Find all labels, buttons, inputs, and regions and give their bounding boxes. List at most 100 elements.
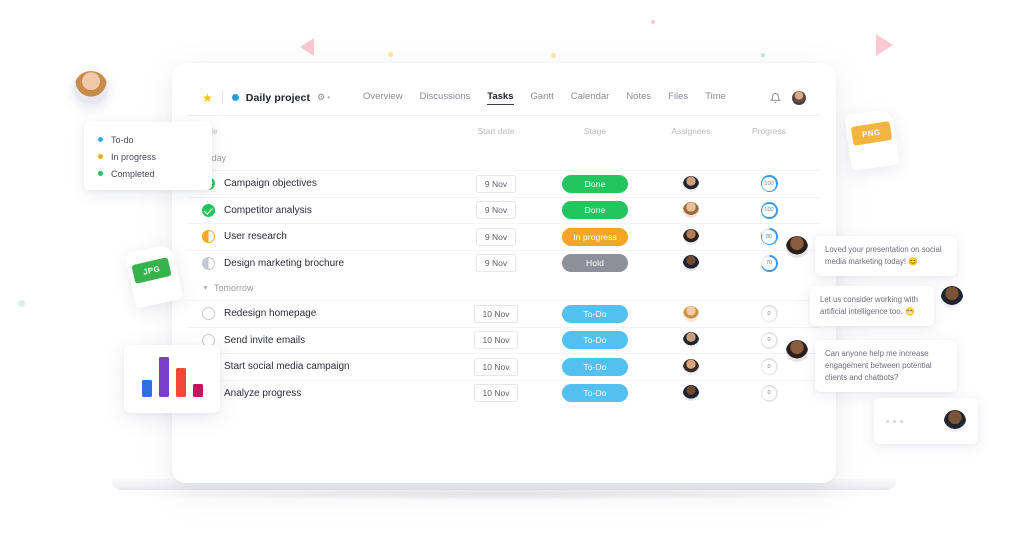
avatar[interactable] bbox=[683, 385, 699, 401]
notification-bell-icon[interactable] bbox=[770, 92, 781, 104]
progress-ring[interactable]: 100 bbox=[761, 202, 778, 219]
table-row[interactable]: Design marketing brochure 9 Nov Hold 70 bbox=[188, 250, 820, 277]
chat-message: Let us consider working with artificial … bbox=[810, 286, 963, 326]
decor-triangle-right bbox=[876, 34, 893, 56]
chart-bar bbox=[142, 380, 152, 397]
stage-cell: To-Do bbox=[544, 331, 646, 349]
start-date-chip[interactable]: 9 Nov bbox=[476, 201, 516, 219]
tab-overview[interactable]: Overview bbox=[363, 91, 403, 104]
tab-tasks[interactable]: Tasks bbox=[487, 91, 513, 105]
start-date-chip[interactable]: 9 Nov bbox=[476, 254, 516, 272]
task-name: Design marketing brochure bbox=[224, 258, 344, 269]
chat-bubble: Loved your presentation on social media … bbox=[815, 236, 957, 276]
progress-cell: 0 bbox=[736, 305, 802, 322]
stage-badge[interactable]: In progress bbox=[562, 228, 628, 246]
stage-cell: Done bbox=[544, 175, 646, 193]
legend-color-dot bbox=[98, 171, 103, 176]
table-row[interactable]: Start social media campaign10 NovTo-Do0 bbox=[188, 353, 820, 380]
task-title-cell: Design marketing brochure bbox=[202, 257, 448, 270]
legend-item[interactable]: Completed bbox=[98, 165, 212, 182]
header-actions bbox=[770, 91, 806, 105]
stage-cell: To-Do bbox=[544, 305, 646, 323]
avatar[interactable] bbox=[74, 71, 108, 105]
tab-files[interactable]: Files bbox=[668, 91, 688, 104]
stage-badge[interactable]: To-Do bbox=[562, 305, 628, 323]
progress-ring[interactable]: 0 bbox=[761, 305, 778, 322]
progress-cell: 100 bbox=[736, 175, 802, 192]
progress-ring[interactable]: 100 bbox=[761, 175, 778, 192]
start-date-chip[interactable]: 10 Nov bbox=[474, 331, 519, 349]
task-status-icon[interactable] bbox=[202, 204, 215, 217]
avatar[interactable] bbox=[683, 255, 699, 271]
start-date-chip[interactable]: 9 Nov bbox=[476, 175, 516, 193]
stage-badge[interactable]: Done bbox=[562, 201, 628, 219]
header-divider bbox=[222, 91, 223, 104]
stage-badge[interactable]: To-Do bbox=[562, 384, 628, 402]
gear-icon[interactable]: ⚙ bbox=[317, 92, 325, 103]
legend-item[interactable]: To-do bbox=[98, 131, 212, 148]
avatar[interactable] bbox=[941, 286, 963, 308]
progress-ring[interactable]: 0 bbox=[761, 385, 778, 402]
start-date-chip[interactable]: 10 Nov bbox=[474, 384, 519, 402]
task-status-icon[interactable] bbox=[202, 307, 215, 320]
avatar[interactable] bbox=[786, 236, 808, 258]
progress-ring[interactable]: 70 bbox=[761, 255, 778, 272]
table-row[interactable]: Campaign objectives9 NovDone100 bbox=[188, 170, 820, 197]
tab-time[interactable]: Time bbox=[705, 91, 726, 104]
avatar[interactable] bbox=[792, 91, 806, 105]
legend-item[interactable]: In progress bbox=[98, 148, 212, 165]
progress-value: 0 bbox=[762, 334, 776, 348]
task-group-header[interactable]: Today bbox=[188, 146, 820, 170]
star-icon[interactable]: ★ bbox=[202, 92, 213, 104]
task-name: Analyze progress bbox=[224, 388, 301, 399]
table-row[interactable]: Competitor analysis9 NovDone100 bbox=[188, 197, 820, 224]
stage-badge[interactable]: To-Do bbox=[562, 358, 628, 376]
task-status-icon[interactable] bbox=[202, 257, 215, 270]
table-row[interactable]: Analyze progress 10 Nov To-Do 0 bbox=[188, 380, 820, 407]
tab-notes[interactable]: Notes bbox=[626, 91, 651, 104]
avatar[interactable] bbox=[683, 306, 699, 322]
start-date-chip[interactable]: 10 Nov bbox=[474, 358, 519, 376]
task-group-header[interactable]: ▼Tomorrow bbox=[188, 276, 820, 300]
progress-value: 0 bbox=[762, 307, 776, 321]
tab-discussions[interactable]: Discussions bbox=[420, 91, 471, 104]
app-window: ★ Daily project ⚙ • OverviewDiscussionsT… bbox=[188, 80, 820, 466]
start-date-chip[interactable]: 10 Nov bbox=[474, 305, 519, 323]
avatar[interactable] bbox=[683, 332, 699, 348]
task-status-icon[interactable] bbox=[202, 230, 215, 243]
avatar[interactable] bbox=[944, 410, 966, 432]
progress-value: 70 bbox=[762, 257, 776, 271]
table-row[interactable]: Redesign homepage10 NovTo-Do0 bbox=[188, 300, 820, 327]
progress-ring[interactable]: 80 bbox=[761, 228, 778, 245]
legend-color-dot bbox=[98, 137, 103, 142]
chevron-down-icon[interactable]: • bbox=[327, 93, 330, 102]
mini-bar-chart bbox=[124, 345, 220, 413]
stage-badge[interactable]: Hold bbox=[562, 254, 628, 272]
progress-ring[interactable]: 0 bbox=[761, 332, 778, 349]
decor-dot-2 bbox=[551, 53, 556, 58]
avatar[interactable] bbox=[683, 229, 699, 245]
tab-calendar[interactable]: Calendar bbox=[571, 91, 610, 104]
legend-label: Completed bbox=[111, 169, 155, 179]
avatar[interactable] bbox=[683, 202, 699, 218]
stage-badge[interactable]: To-Do bbox=[562, 331, 628, 349]
stage-badge[interactable]: Done bbox=[562, 175, 628, 193]
chat-message: Can anyone help me increase engagement b… bbox=[786, 340, 957, 392]
chat-message: Loved your presentation on social media … bbox=[786, 236, 957, 276]
progress-ring[interactable]: 0 bbox=[761, 358, 778, 375]
avatar[interactable] bbox=[683, 359, 699, 375]
tab-gantt[interactable]: Gantt bbox=[531, 91, 554, 104]
start-date-chip[interactable]: 9 Nov bbox=[476, 228, 516, 246]
app-header: ★ Daily project ⚙ • OverviewDiscussionsT… bbox=[188, 80, 820, 116]
avatar[interactable] bbox=[786, 340, 808, 362]
chevron-down-icon[interactable]: ▼ bbox=[202, 285, 209, 292]
avatar[interactable] bbox=[683, 176, 699, 192]
start-date-cell: 9 Nov bbox=[448, 228, 544, 246]
column-progress: Progress bbox=[736, 126, 802, 136]
stage-cell: Hold bbox=[544, 254, 646, 272]
stage-cell: In progress bbox=[544, 228, 646, 246]
legend-label: In progress bbox=[111, 152, 156, 162]
table-row[interactable]: Send invite emails10 NovTo-Do0 bbox=[188, 327, 820, 354]
chat-bubble: Can anyone help me increase engagement b… bbox=[815, 340, 957, 392]
table-row[interactable]: User research9 NovIn progress80 bbox=[188, 223, 820, 250]
